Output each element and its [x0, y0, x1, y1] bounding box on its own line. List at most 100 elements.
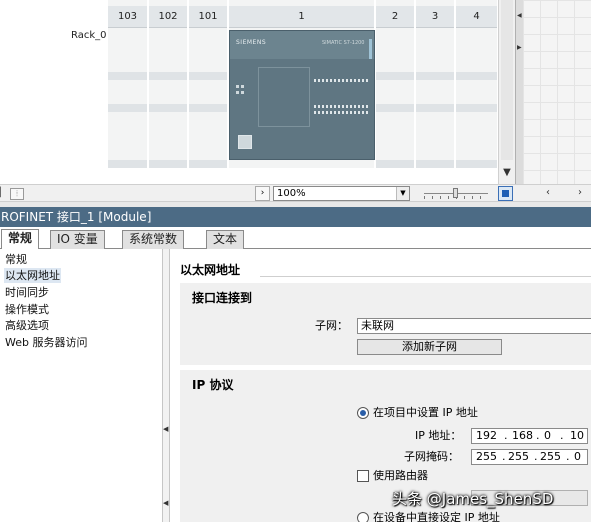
cpu-front-panel — [258, 67, 310, 127]
tree-item-advanced-options[interactable]: 高级选项 — [5, 318, 49, 333]
scroll-left-icon[interactable]: ▏ — [0, 187, 10, 199]
tab-general[interactable]: 常规 — [1, 229, 40, 249]
chevron-right-icon[interactable]: › — [578, 187, 582, 198]
mask-octet: 255 — [540, 450, 561, 463]
subnet-mask-label: 子网掩码： — [404, 450, 459, 463]
device-view-vertical-scrollbar[interactable]: ▼ — [498, 0, 515, 184]
ip-octet: 10 — [570, 429, 584, 442]
slot-header: 103 — [108, 6, 147, 28]
slot-4[interactable]: 4 — [456, 0, 498, 168]
group-title: IP 协议 — [192, 378, 234, 392]
overview-navigation-icon[interactable] — [498, 186, 513, 201]
slot-band — [189, 72, 227, 80]
ip-dot: . — [536, 429, 540, 442]
ethernet-port-icon[interactable] — [238, 135, 252, 149]
slot-3[interactable]: 3 — [416, 0, 455, 168]
slot-band — [416, 160, 454, 168]
slot-band — [376, 104, 414, 112]
slot-band — [456, 72, 497, 80]
status-led-icon — [236, 91, 239, 94]
ip-dot: . — [504, 429, 508, 442]
ip-octet: 168 — [512, 429, 533, 442]
slot-band — [456, 160, 497, 168]
add-subnet-button[interactable]: 添加新子网 — [357, 339, 502, 355]
ip-octet: 0 — [544, 429, 551, 442]
interface-connection-group: 接口连接到 子网： 未联网 添加新子网 — [180, 283, 591, 365]
horizontal-scroll-grip[interactable]: ⦙ — [10, 188, 24, 200]
slot-band — [376, 160, 414, 168]
io-terminal-row — [314, 111, 370, 114]
slot-header: 1 — [229, 6, 374, 28]
overview-grid — [523, 0, 591, 184]
properties-form: 以太网地址 接口连接到 子网： 未联网 添加新子网 IP 协议 在项目中设置 I… — [170, 249, 591, 522]
mask-dot: . — [566, 450, 570, 463]
slot-band — [376, 72, 414, 80]
slot-band — [149, 104, 187, 112]
tree-item-operating-mode[interactable]: 操作模式 — [5, 302, 49, 317]
collapse-left-icon[interactable]: ◀ — [517, 12, 522, 19]
slot-band — [189, 160, 227, 168]
mask-octet: 255 — [508, 450, 529, 463]
cpu-card-slot — [369, 39, 372, 59]
subnet-field[interactable]: 未联网 — [357, 318, 591, 334]
catalog-collapse-strip[interactable]: ◀ ▶ — [515, 0, 523, 184]
slot-header: 4 — [456, 6, 497, 28]
slot-band — [108, 104, 147, 112]
use-router-label: 使用路由器 — [373, 469, 428, 482]
set-ip-on-device-label: 在设备中直接设定 IP 地址 — [373, 511, 500, 522]
expand-right-icon[interactable]: ▶ — [517, 44, 522, 51]
collapse-left-icon[interactable]: ◀ — [163, 499, 169, 507]
set-ip-on-device-radio[interactable] — [357, 512, 369, 522]
use-router-checkbox[interactable] — [357, 470, 369, 482]
tree-item-web-server-access[interactable]: Web 服务器访问 — [5, 335, 87, 350]
watermark: 头条 @James_ShenSD — [392, 490, 554, 508]
nav-right-button[interactable]: › — [255, 186, 270, 201]
section-divider — [260, 276, 591, 277]
slot-103[interactable]: 103 — [108, 0, 148, 168]
rack-name: Rack_0 — [71, 30, 107, 41]
subnet-mask-field[interactable]: 255 . 255 . 255 . 0 — [471, 449, 588, 465]
tree-item-general[interactable]: 常规 — [5, 252, 27, 267]
slot-header: 101 — [189, 6, 227, 28]
zoom-select[interactable]: 100% ▼ — [273, 186, 410, 201]
set-ip-in-project-radio[interactable] — [357, 407, 369, 419]
slot-band — [149, 160, 187, 168]
device-view: Rack_0 103 102 101 1 2 3 4 SIEMENS SIMAT… — [0, 0, 591, 184]
chevron-left-icon[interactable]: ‹ — [546, 187, 550, 198]
tree-item-ethernet-address[interactable]: 以太网地址 — [4, 268, 61, 283]
cpu-module[interactable]: SIEMENS SIMATIC S7-1200 — [229, 30, 375, 160]
slot-header: 3 — [416, 6, 454, 28]
group-title: 接口连接到 — [192, 291, 253, 305]
mask-octet: 255 — [476, 450, 497, 463]
io-terminal-row — [314, 105, 370, 108]
ip-address-field[interactable]: 192 . 168 . 0 . 10 — [471, 428, 588, 444]
scroll-down-icon[interactable]: ▼ — [500, 166, 514, 180]
chevron-down-icon[interactable]: ▼ — [396, 187, 409, 200]
slot-band — [149, 72, 187, 80]
property-tree: 常规 以太网地址 时间同步 操作模式 高级选项 Web 服务器访问 — [0, 249, 162, 522]
ip-dot: . — [560, 429, 564, 442]
device-view-toolbar: ▏ ⦙ › 100% ▼ ‹ › — [0, 184, 591, 202]
slot-header: 2 — [376, 6, 414, 28]
tab-io-tags[interactable]: IO 变量 — [50, 230, 105, 249]
slot-band — [416, 104, 454, 112]
slot-band — [456, 104, 497, 112]
slot-2[interactable]: 2 — [376, 0, 415, 168]
zoom-slider[interactable] — [424, 188, 488, 200]
mask-dot: . — [534, 450, 538, 463]
collapse-left-icon[interactable]: ◀ — [163, 425, 169, 433]
ip-octet: 192 — [476, 429, 497, 442]
scrollbar-thumb[interactable] — [501, 0, 513, 160]
tab-texts[interactable]: 文本 — [206, 230, 245, 249]
slot-102[interactable]: 102 — [149, 0, 188, 168]
slot-band — [108, 160, 147, 168]
slider-knob[interactable] — [453, 188, 458, 198]
slot-101[interactable]: 101 — [189, 0, 228, 168]
mask-dot: . — [502, 450, 506, 463]
set-ip-in-project-label: 在项目中设置 IP 地址 — [373, 406, 478, 419]
tree-item-time-sync[interactable]: 时间同步 — [5, 285, 49, 300]
tree-splitter[interactable]: ◀ ◀ — [162, 249, 170, 522]
tab-system-constants[interactable]: 系统常数 — [122, 230, 185, 249]
slot-band — [416, 72, 454, 80]
cpu-model-label: SIMATIC S7-1200 — [322, 40, 365, 46]
